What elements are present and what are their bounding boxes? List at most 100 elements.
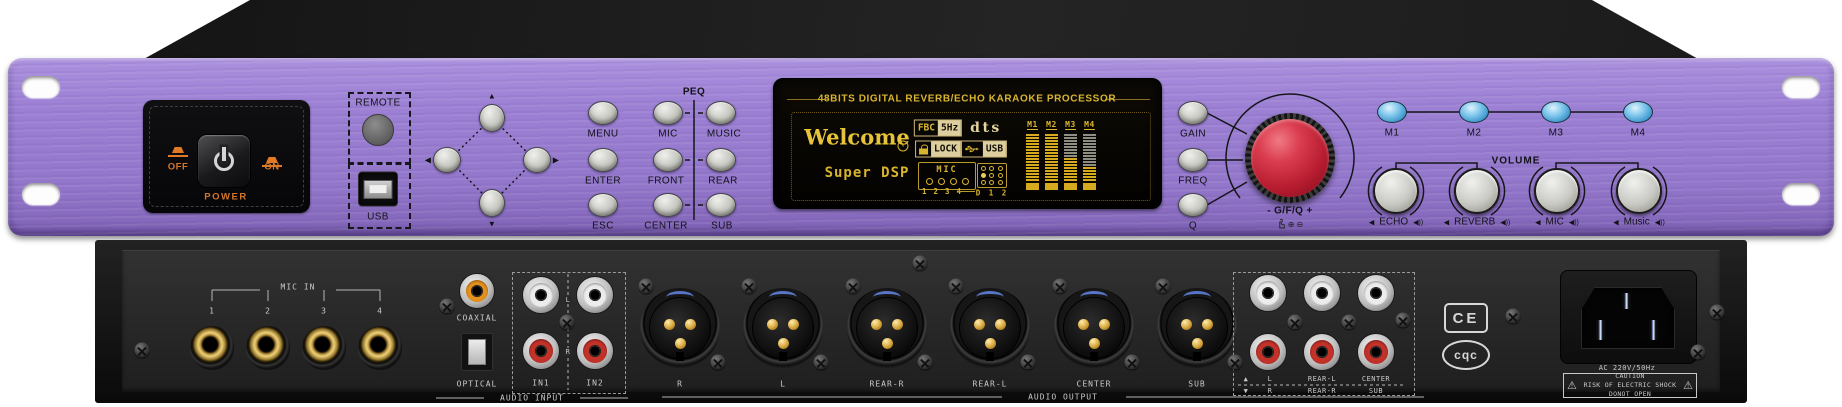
ce-mark: CE: [1444, 303, 1488, 333]
screw-icon: [1228, 355, 1243, 370]
q-label: Q: [1189, 221, 1197, 232]
reverb-knob-label: ◀ REVERB ◀)): [1444, 217, 1511, 228]
usb-label: USB: [367, 212, 389, 223]
rca-out-rear-l-label: REAR-L: [1308, 375, 1336, 383]
clock-icon: [898, 141, 909, 152]
down-arrow-icon: ▼: [1244, 387, 1249, 395]
warning-lightning-icon: ⚠: [1567, 379, 1577, 392]
music-volume-knob[interactable]: [1616, 168, 1662, 214]
welcome-text: Welcome: [804, 125, 910, 150]
volume-label: VOLUME: [1492, 156, 1541, 167]
mic-volume-knob[interactable]: [1534, 168, 1580, 214]
echo-volume-knob[interactable]: [1373, 168, 1419, 214]
xlr-center-label: CENTER: [1077, 380, 1112, 389]
peq-front-button[interactable]: [653, 148, 683, 172]
input-left-label: L: [565, 296, 572, 304]
mic-status-box: MIC: [918, 162, 976, 190]
screw-icon: [711, 355, 726, 370]
usb-port-tab: [370, 185, 387, 193]
peq-mic-button[interactable]: [653, 101, 683, 125]
meter-label: M1: [1027, 120, 1038, 130]
power-icon: [211, 148, 237, 174]
audio-input-label: AUDIO INPUT: [500, 394, 564, 403]
xlr-rear-l-label: REAR-L: [973, 380, 1008, 389]
mic-in-4-label: 4: [377, 307, 383, 316]
mic-indicator-dots: [926, 178, 969, 185]
screw-icon: [1691, 345, 1706, 360]
menu-button[interactable]: [588, 101, 618, 125]
screw-icon: [949, 279, 964, 294]
screw-icon: [913, 256, 928, 271]
peq-music-button[interactable]: [706, 101, 736, 125]
rca-out-sub: [1357, 333, 1395, 371]
power-button[interactable]: [197, 134, 251, 188]
dsp-text: Super DSP: [825, 165, 910, 181]
lock-icon: [919, 144, 928, 154]
screw-icon: [639, 279, 654, 294]
screw-icon: [1156, 279, 1171, 294]
screw-icon: [742, 279, 757, 294]
in1-label: IN1: [532, 379, 549, 388]
peq-mic-label: MIC: [658, 129, 678, 140]
screw-icon: [1125, 355, 1140, 370]
xlr-center-output: [1054, 288, 1134, 368]
in1-right-rca: [522, 332, 560, 370]
m2-label: M2: [1467, 128, 1482, 139]
esc-button[interactable]: [588, 193, 618, 217]
rca-out-rear-r: [1303, 333, 1341, 371]
freq-button[interactable]: [1178, 148, 1208, 172]
switch-off-icon: [168, 147, 188, 157]
rack-slot: [22, 76, 60, 98]
reverb-volume-knob[interactable]: [1454, 168, 1500, 214]
peq-label: PEQ: [683, 87, 705, 98]
peq-sub-label: SUB: [711, 221, 733, 232]
coaxial-jack: [459, 273, 495, 309]
level-meter: M2: [1045, 120, 1058, 190]
m2-led: [1459, 101, 1489, 123]
lock-label: LOCK: [931, 142, 960, 157]
speaker-max-icon: ◀)): [1413, 218, 1423, 226]
rca-out-sub-label: SUB: [1369, 387, 1383, 395]
peq-music-label: MUSIC: [707, 129, 741, 140]
peq-rear-button[interactable]: [706, 148, 736, 172]
lock-badge: LOCK: [915, 141, 961, 158]
mic-box-label: MIC: [936, 165, 957, 175]
mic-d12-link: [958, 191, 975, 192]
mic-in-2-label: 2: [265, 307, 271, 316]
optical-label: OPTICAL: [457, 380, 498, 389]
m1-label: M1: [1385, 128, 1400, 139]
usb-badge-label: USB: [983, 142, 1006, 157]
knob-hint-icons: ⊕ ⊖: [1277, 219, 1303, 229]
level-meter: M3: [1064, 120, 1077, 190]
level-meter: M4: [1083, 120, 1096, 190]
in2-label: IN2: [586, 379, 603, 388]
enter-button[interactable]: [588, 148, 618, 172]
nav-down-button[interactable]: [479, 189, 505, 217]
nav-down-icon: ▼: [488, 220, 496, 229]
warning-exclamation-icon: ⚠: [1683, 379, 1693, 392]
zoom-out-icon: ⊖: [1297, 220, 1304, 229]
nav-left-icon: ◀: [425, 156, 432, 165]
level-meters: M1 M2 M3M4: [1026, 120, 1096, 190]
xlr-l-output: [743, 288, 823, 368]
screw-icon: [1396, 313, 1411, 328]
nav-left-button[interactable]: [433, 147, 461, 173]
screw-icon: [135, 343, 150, 358]
gfq-knob[interactable]: [1245, 113, 1335, 203]
meter-label: M2: [1046, 120, 1057, 130]
hand-cursor-icon: [1277, 219, 1286, 229]
m4-label: M4: [1631, 128, 1646, 139]
mic-knob-label: ◀ MIC ◀)): [1535, 217, 1579, 228]
remote-sensor: [362, 114, 394, 146]
q-button[interactable]: [1178, 193, 1208, 217]
nav-up-button[interactable]: [479, 104, 505, 132]
peq-center-button[interactable]: [653, 193, 683, 217]
usb-port[interactable]: [358, 172, 398, 207]
nav-right-button[interactable]: [523, 147, 551, 173]
xlr-rear-l-output: [950, 288, 1030, 368]
coaxial-label: COAXIAL: [457, 314, 498, 323]
peq-sub-button[interactable]: [706, 193, 736, 217]
usb-badge: USB: [961, 141, 1007, 158]
gain-button[interactable]: [1178, 101, 1208, 125]
remote-label: REMOTE: [355, 98, 400, 109]
